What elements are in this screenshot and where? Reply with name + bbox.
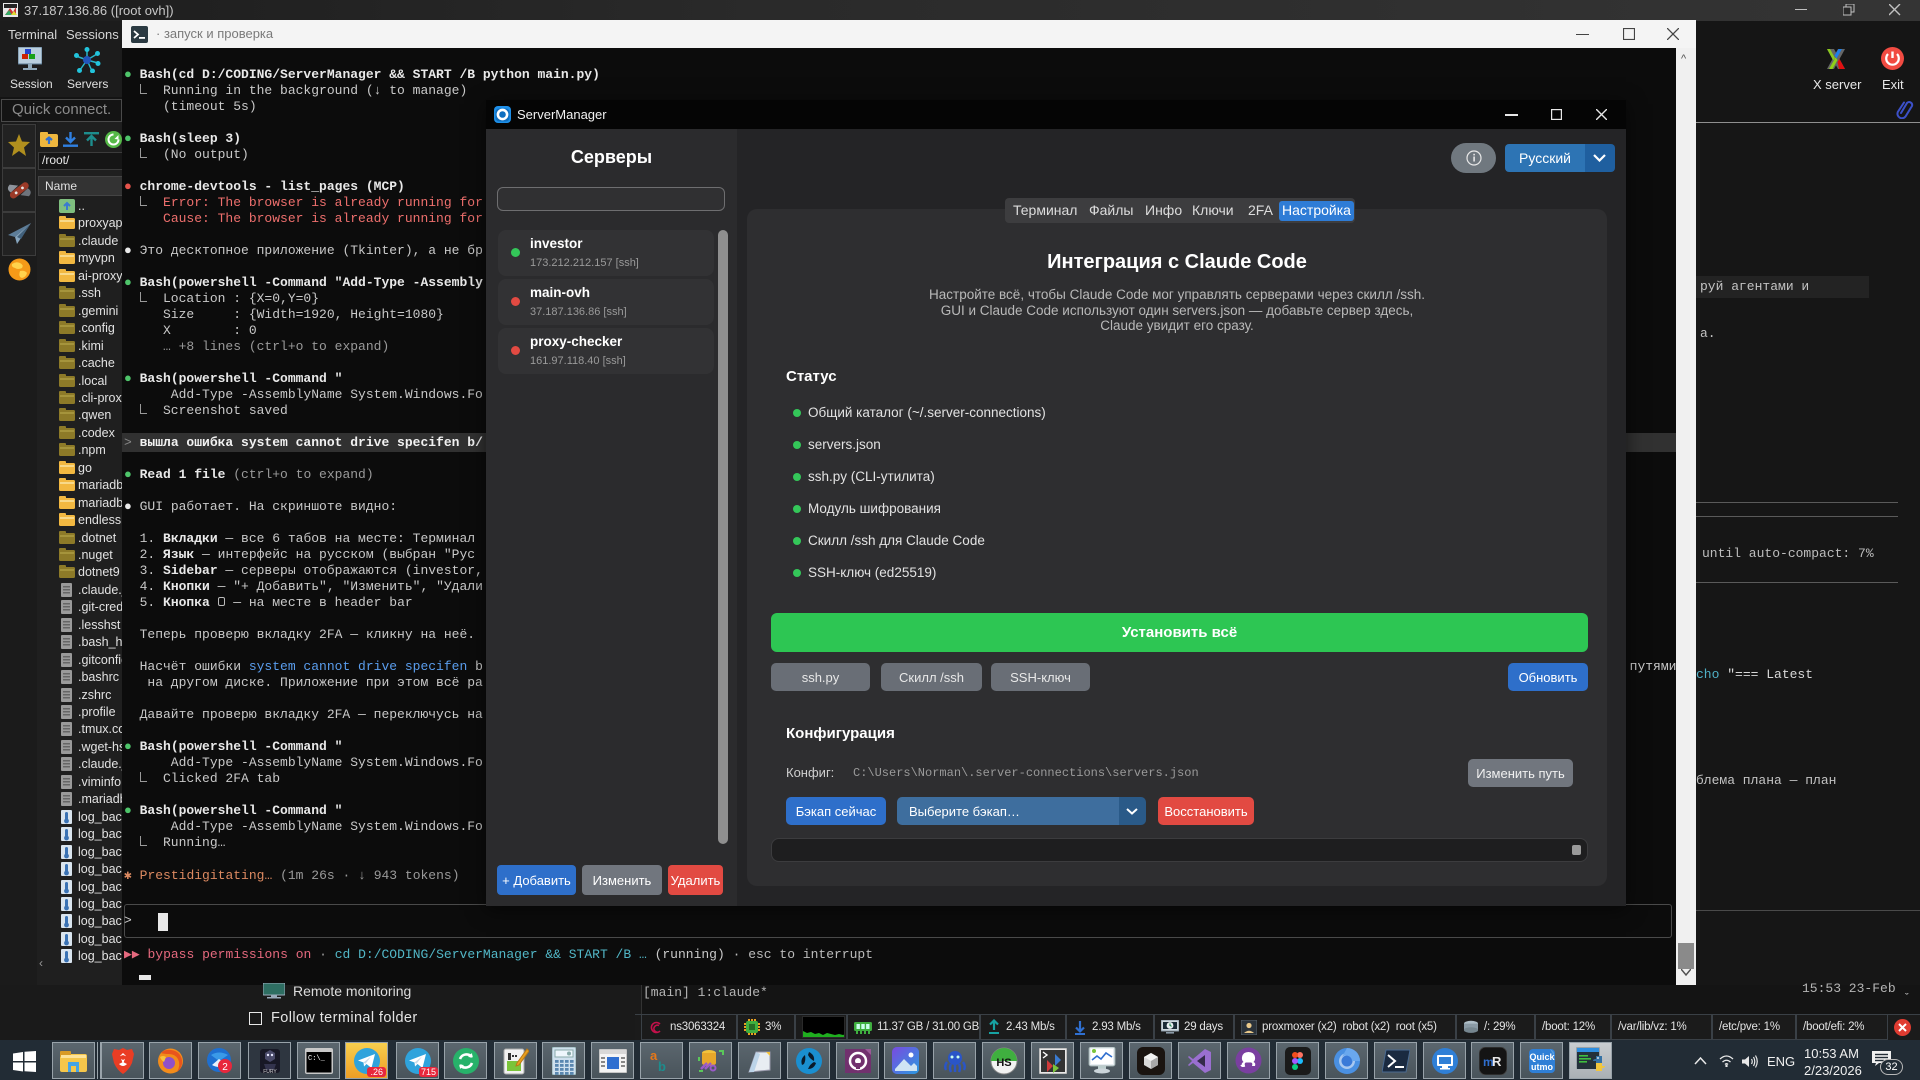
svg-text:Quick: Quick <box>1529 1052 1555 1062</box>
svg-text:2: 2 <box>222 1062 228 1073</box>
svg-text:b: b <box>658 1059 666 1074</box>
svg-text:R: R <box>1492 1054 1502 1069</box>
svg-text:C:\_: C:\_ <box>308 1055 326 1063</box>
svg-text:utmo: utmo <box>1531 1062 1553 1072</box>
svg-text:HS: HS <box>996 1057 1011 1069</box>
svg-text:FURY: FURY <box>263 1069 277 1075</box>
svg-text:a: a <box>650 1048 658 1063</box>
